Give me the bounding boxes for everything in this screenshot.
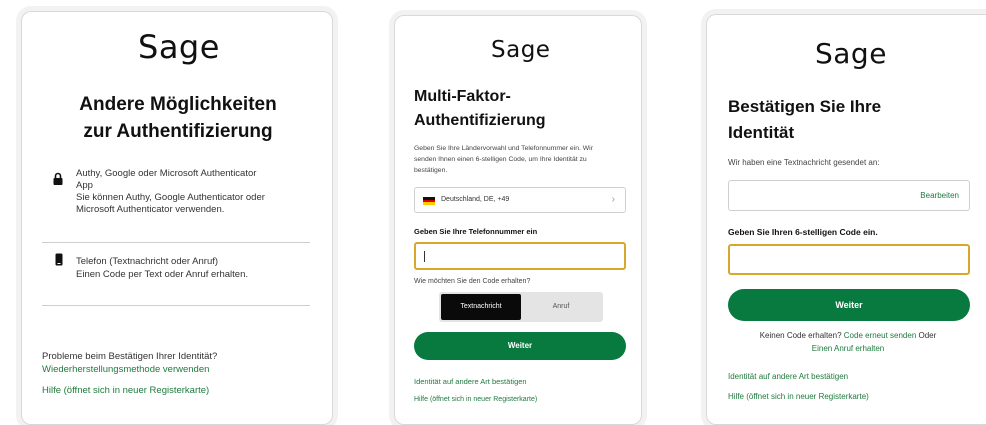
sage-logo: Sage bbox=[138, 28, 220, 66]
intro-line: senden Ihnen einen 6-stelligen Code, um … bbox=[414, 156, 587, 163]
phone-number-display: Bearbeiten bbox=[728, 180, 970, 211]
country-select-value: Deutschland, DE, +49 bbox=[441, 196, 510, 203]
option-title: Telefon (Textnachricht oder Anruf) bbox=[76, 256, 219, 267]
continue-button[interactable]: Weiter bbox=[414, 332, 626, 360]
option-title: Authy, Google oder Microsoft Authenticat… bbox=[76, 168, 257, 179]
edit-link[interactable]: Bearbeiten bbox=[920, 191, 959, 200]
help-link[interactable]: Hilfe (öffnet sich in neuer Registerkart… bbox=[42, 385, 209, 396]
sage-logo: Sage bbox=[815, 37, 887, 70]
intro-line: Geben Sie Ihre Ländervorwahl und Telefon… bbox=[414, 145, 593, 152]
help-link[interactable]: Hilfe (öffnet sich in neuer Registerkart… bbox=[414, 396, 537, 403]
code-input[interactable] bbox=[728, 244, 970, 275]
page-title-line-2: Identität bbox=[728, 123, 795, 142]
other-method-link[interactable]: Identität auf andere Art bestätigen bbox=[728, 372, 848, 381]
method-option-label: Anruf bbox=[552, 303, 570, 310]
code-label: Geben Sie Ihren 6-stelligen Code ein. bbox=[728, 227, 878, 237]
recovery-method-link[interactable]: Wiederherstellungsmethode verwenden bbox=[42, 364, 209, 375]
divider bbox=[42, 305, 310, 306]
or-text: Oder bbox=[918, 331, 937, 340]
no-code-text: Keinen Code erhalten? bbox=[759, 331, 842, 340]
phone-label: Geben Sie Ihre Telefonnummer ein bbox=[414, 227, 538, 236]
text-cursor bbox=[424, 251, 425, 262]
page-title-line-1: Bestätigen Sie Ihre bbox=[728, 97, 882, 116]
page-title-line-2: Authentifizierung bbox=[414, 112, 546, 129]
other-method-link[interactable]: Identität auf andere Art bestätigen bbox=[414, 377, 527, 386]
mfa-panel: Sage Multi-Faktor- Authentifizierung Geb… bbox=[394, 15, 642, 425]
sage-logo: Sage bbox=[491, 37, 551, 63]
continue-button[interactable]: Weiter bbox=[728, 289, 970, 321]
method-question: Wie möchten Sie den Code erhalten? bbox=[414, 278, 531, 285]
resend-code-link[interactable]: Code erneut senden bbox=[844, 331, 917, 340]
option-title-cont: App bbox=[76, 180, 93, 191]
call-link[interactable]: Einen Anruf erhalten bbox=[812, 344, 885, 353]
germany-flag-icon bbox=[423, 197, 435, 205]
phone-icon bbox=[55, 253, 63, 271]
authenticator-app-option[interactable]: Authy, Google oder Microsoft Authenticat… bbox=[76, 168, 316, 216]
intro-line: bestätigen. bbox=[414, 167, 448, 174]
divider bbox=[42, 242, 310, 243]
page-title: Andere Möglichkeiten zur Authentifizieru… bbox=[22, 91, 334, 145]
option-description: Einen Code per Text oder Anruf erhalten. bbox=[76, 269, 248, 280]
page-title: Bestätigen Sie Ihre Identität bbox=[728, 94, 881, 146]
phone-input[interactable] bbox=[414, 242, 626, 270]
option-description-cont: Microsoft Authenticator verwenden. bbox=[76, 204, 225, 215]
chevron-right-icon: › bbox=[611, 194, 615, 205]
help-link[interactable]: Hilfe (öffnet sich in neuer Registerkart… bbox=[728, 392, 869, 401]
lock-icon bbox=[53, 172, 63, 190]
verify-identity-panel: Sage Bestätigen Sie Ihre Identität Wir h… bbox=[706, 14, 986, 425]
resend-row: Keinen Code erhalten? Code erneut senden… bbox=[707, 329, 986, 355]
method-option-label: Textnachricht bbox=[460, 303, 502, 310]
problems-text: Probleme beim Bestätigen Ihrer Identität… bbox=[42, 351, 218, 362]
method-option-call[interactable]: Anruf bbox=[521, 294, 601, 320]
method-toggle: Textnachricht Anruf bbox=[439, 292, 603, 322]
page-title-line-1: Multi-Faktor- bbox=[414, 88, 511, 105]
option-description: Sie können Authy, Google Authenticator o… bbox=[76, 192, 265, 203]
auth-options-panel: Sage Andere Möglichkeiten zur Authentifi… bbox=[21, 11, 333, 425]
phone-option[interactable]: Telefon (Textnachricht oder Anruf) Einen… bbox=[76, 255, 316, 281]
page-title: Multi-Faktor- Authentifizierung bbox=[414, 85, 546, 133]
page-title-line-2: zur Authentifizierung bbox=[83, 121, 273, 142]
country-select[interactable]: Deutschland, DE, +49 › bbox=[414, 187, 626, 213]
sent-text: Wir haben eine Textnachricht gesendet an… bbox=[728, 158, 880, 167]
intro-text: Geben Sie Ihre Ländervorwahl und Telefon… bbox=[414, 143, 634, 176]
method-option-text[interactable]: Textnachricht bbox=[441, 294, 521, 320]
page-title-line-1: Andere Möglichkeiten bbox=[79, 94, 277, 115]
